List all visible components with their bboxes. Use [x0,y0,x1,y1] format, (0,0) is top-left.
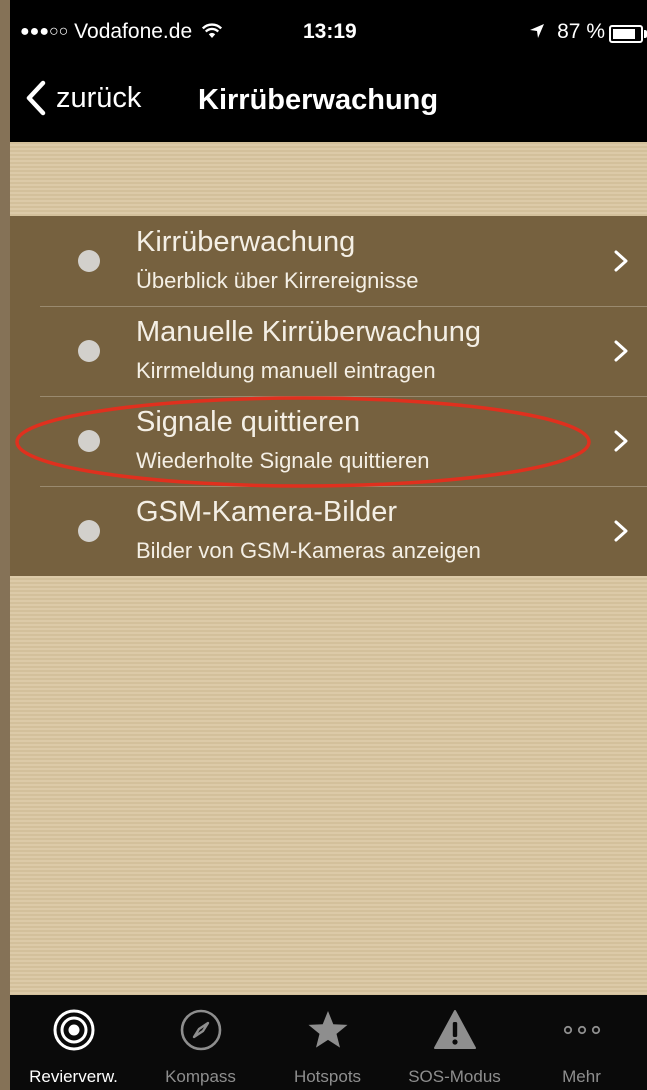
menu-item-title: GSM-Kamera-Bilder [136,496,398,528]
menu-item-kirrueberwachung[interactable]: Kirrüberwachung Überblick über Kirrereig… [10,216,647,306]
back-label: zurück [56,81,142,114]
bullet-icon [78,430,100,452]
star-icon [308,1011,347,1048]
tab-kompass[interactable]: Kompass [137,995,264,1090]
bullet-icon [78,340,100,362]
battery-percentage: 87 % [557,20,605,43]
menu-item-subtitle: Kirrmeldung manuell eintragen [136,358,436,383]
page-title: Kirrüberwachung [198,84,439,116]
menu-item-title: Signale quittieren [136,406,361,438]
chevron-left-icon [26,80,46,116]
signal-strength: ●●●○○ [20,23,69,40]
menu-list: Kirrüberwachung Überblick über Kirrereig… [10,216,647,576]
chevron-right-icon [614,520,628,542]
chevron-right-icon [614,250,628,272]
menu-item-signale-quittieren[interactable]: Signale quittieren Wiederholte Signale q… [10,396,647,486]
chevron-right-icon [614,340,628,362]
status-time: 13:19 [303,20,357,43]
bullet-icon [78,520,100,542]
carrier-name: Vodafone.de [74,20,193,43]
tab-hotspots[interactable]: Hotspots [264,995,391,1090]
location-arrow-icon [530,24,545,38]
tab-sos-modus[interactable]: SOS-Modus [391,995,518,1090]
menu-item-subtitle: Bilder von GSM-Kameras anzeigen [136,538,481,563]
menu-item-manuelle-kirrueberwachung[interactable]: Manuelle Kirrüberwachung Kirrmeldung man… [10,306,647,396]
menu-item-title: Manuelle Kirrüberwachung [136,316,481,348]
chevron-right-icon [614,430,628,452]
battery-icon [609,25,647,43]
tab-label: SOS-Modus [408,1067,501,1086]
phone-screen: ●●●○○ Vodafone.de 13:19 87 % zurück Kirr… [10,0,647,1090]
target-icon [53,1009,94,1051]
more-icon [563,1025,600,1035]
tab-bar: Revierverw. Kompass Hotspots SOS-Modus M… [10,995,647,1090]
status-bar: ●●●○○ Vodafone.de 13:19 87 % [10,0,647,64]
menu-item-subtitle: Überblick über Kirrereignisse [136,268,419,293]
menu-item-gsm-kamera-bilder[interactable]: GSM-Kamera-Bilder Bilder von GSM-Kameras… [10,486,647,576]
back-button[interactable]: zurück [24,80,141,116]
bullet-icon [78,250,100,272]
tab-label: Mehr [562,1067,601,1086]
warning-icon [433,1010,476,1049]
tab-label: Hotspots [293,1067,362,1086]
menu-item-subtitle: Wiederholte Signale quittieren [136,448,430,473]
menu-item-title: Kirrüberwachung [136,226,356,258]
tab-revierverw[interactable]: Revierverw. [10,995,137,1090]
tab-label: Revierverw. [29,1067,118,1086]
tab-label: Kompass [165,1067,236,1086]
compass-icon [180,1009,221,1051]
navigation-bar: zurück Kirrüberwachung [10,64,647,142]
tab-mehr[interactable]: Mehr [518,995,645,1090]
wifi-icon [201,23,223,38]
